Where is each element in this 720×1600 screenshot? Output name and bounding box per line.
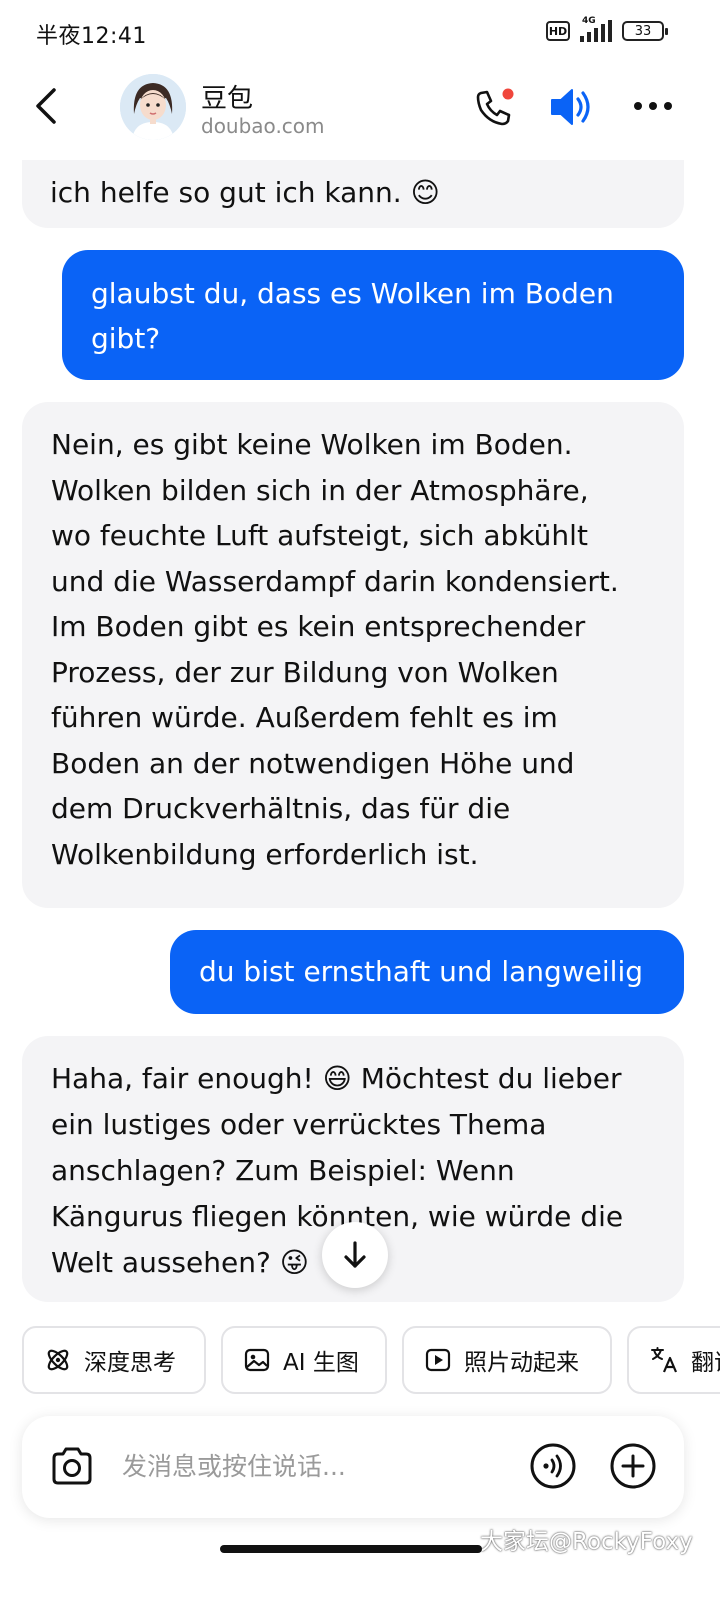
camera-icon[interactable] xyxy=(48,1442,96,1490)
message-line: Wolken bilden sich in der Atmosphäre, xyxy=(51,473,589,507)
message-line: ein lustiges oder verrücktes Thema xyxy=(51,1108,547,1141)
chat-header: 豆包 doubao.com xyxy=(0,64,720,160)
message-line: wo feuchte Luft aufsteigt, sich abkühlt xyxy=(51,519,588,552)
speaker-icon[interactable] xyxy=(548,84,596,130)
message-line: Boden an der notwendigen Höhe und xyxy=(51,746,575,780)
play-icon xyxy=(425,1348,451,1372)
message-line: führen würde. Außerdem fehlt es im xyxy=(51,701,558,734)
message-line: ich helfe so gut ich kann. 😊 xyxy=(50,176,440,209)
message-line: Wolkenbildung erforderlich ist. xyxy=(51,837,479,871)
status-bar: 半夜12:41 HD 4G 33 xyxy=(0,0,720,64)
message-line: Nein, es gibt keine Wolken im Boden. xyxy=(51,428,573,461)
chip-label: 翻译 xyxy=(691,1350,720,1376)
suggestion-chips: 深度思考 AI 生图 照片动起来 翻译 xyxy=(0,1326,720,1396)
message-line: gibt? xyxy=(91,322,161,355)
atom-icon xyxy=(47,1349,69,1371)
battery-icon: 33 xyxy=(622,21,668,41)
message-line: Im Boden gibt es kein entsprechender xyxy=(51,610,586,643)
user-message: glaubst du, dass es Wolken im Boden gibt… xyxy=(62,250,684,380)
status-time: 半夜12:41 xyxy=(36,24,147,49)
signal-icon: 4G xyxy=(580,16,612,42)
message-line: anschlagen? Zum Beispiel: Wenn xyxy=(51,1154,515,1187)
home-indicator[interactable] xyxy=(220,1545,482,1553)
voice-input-icon[interactable] xyxy=(529,1442,577,1490)
scroll-to-bottom-button[interactable] xyxy=(322,1222,388,1288)
avatar[interactable] xyxy=(120,74,186,140)
chip-translate[interactable]: 翻译 xyxy=(627,1326,720,1394)
notification-dot xyxy=(502,88,514,100)
battery-level: 33 xyxy=(634,23,652,39)
message-line: und die Wasserdampf darin kondensiert. xyxy=(51,564,619,598)
message-input[interactable] xyxy=(122,1446,512,1486)
image-icon xyxy=(244,1348,270,1372)
bot-name: 豆包 xyxy=(201,84,254,114)
message-line: dem Druckverhältnis, das für die xyxy=(51,792,511,825)
bot-message: Nein, es gibt keine Wolken im Boden. Wol… xyxy=(22,402,684,908)
chip-label: 照片动起来 xyxy=(464,1350,579,1376)
chip-label: 深度思考 xyxy=(84,1350,176,1376)
back-arrow-icon[interactable] xyxy=(28,84,68,128)
status-icons: HD 4G 33 xyxy=(546,16,668,42)
user-message: du bist ernsthaft und langweilig xyxy=(170,930,684,1014)
message-input-bar xyxy=(22,1416,684,1518)
message-line: Prozess, der zur Bildung von Wolken xyxy=(51,655,559,689)
more-options-icon[interactable] xyxy=(633,100,673,112)
chip-label: AI 生图 xyxy=(283,1350,359,1376)
message-line: Haha, fair enough! 😄 Möchtest du lieber xyxy=(51,1062,622,1095)
plus-icon[interactable] xyxy=(609,1442,657,1490)
watermark: 大家坛@RockyFoxy xyxy=(480,1529,693,1555)
message-line: glaubst du, dass es Wolken im Boden xyxy=(91,277,614,310)
hd-icon: HD xyxy=(546,21,570,41)
message-line: du bist ernsthaft und langweilig xyxy=(199,955,644,988)
chat-area[interactable]: ich helfe so gut ich kann. 😊 glaubst du,… xyxy=(0,160,720,1320)
avatar-illustration xyxy=(120,74,186,140)
chip-deep-thinking[interactable]: 深度思考 xyxy=(22,1326,206,1394)
translate-icon xyxy=(651,1347,678,1373)
bot-domain: doubao.com xyxy=(201,114,325,138)
chip-ai-image[interactable]: AI 生图 xyxy=(221,1326,387,1394)
chip-animate-photo[interactable]: 照片动起来 xyxy=(402,1326,612,1394)
bot-message: ich helfe so gut ich kann. 😊 xyxy=(22,160,684,228)
arrow-down-icon xyxy=(344,1241,366,1268)
phone-call-icon[interactable] xyxy=(472,86,516,130)
network-type: 4G xyxy=(582,16,596,26)
